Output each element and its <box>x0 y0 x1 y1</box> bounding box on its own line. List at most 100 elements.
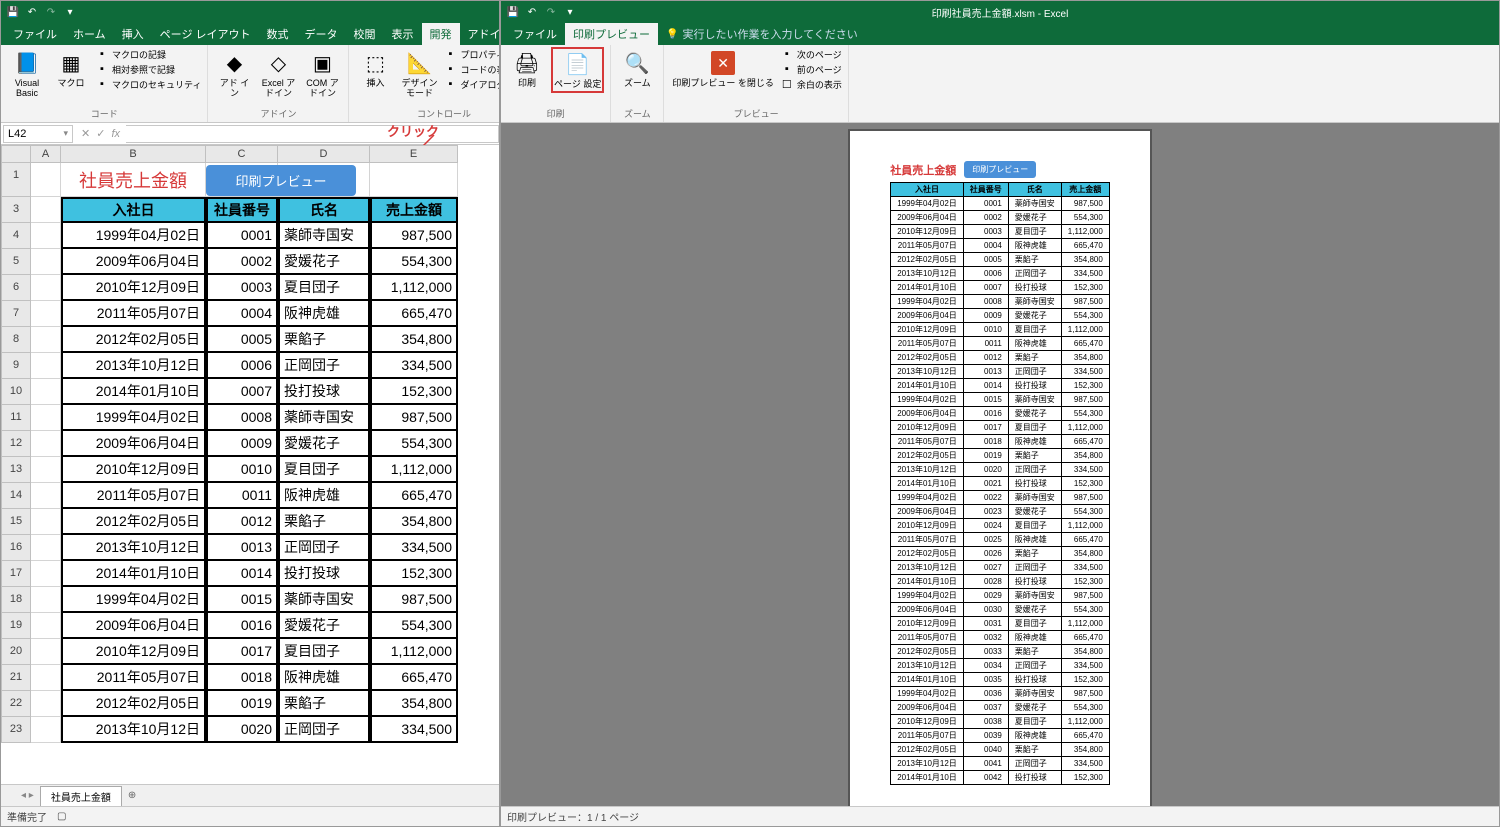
table-cell[interactable]: 987,500 <box>370 223 458 249</box>
row-header[interactable]: 6 <box>1 275 31 301</box>
ribbon-item[interactable]: ▪相対参照で記録 <box>95 62 201 76</box>
zoom-button[interactable]: 🔍ズーム <box>617 47 657 91</box>
add-sheet-button[interactable]: ⊕ <box>122 790 142 801</box>
row-header[interactable]: 16 <box>1 535 31 561</box>
excel-addin-button[interactable]: ◇Excel アドイン <box>258 47 298 101</box>
table-cell[interactable]: 阪神虎雄 <box>278 665 370 691</box>
save-icon[interactable]: 💾 <box>5 4 21 20</box>
row-header[interactable]: 20 <box>1 639 31 665</box>
table-cell[interactable]: 夏目団子 <box>278 457 370 483</box>
table-cell[interactable]: 1,112,000 <box>370 457 458 483</box>
row-header[interactable]: 19 <box>1 613 31 639</box>
table-cell[interactable]: 0007 <box>206 379 278 405</box>
ribbon-item[interactable]: ▪マクロのセキュリティ <box>95 77 201 91</box>
redo-icon[interactable]: ↷ <box>43 4 59 20</box>
table-cell[interactable]: 2013年10月12日 <box>61 535 206 561</box>
tab-表示[interactable]: 表示 <box>384 22 422 45</box>
table-cell[interactable]: 2013年10月12日 <box>61 717 206 743</box>
save-icon[interactable]: 💾 <box>505 4 521 20</box>
table-cell[interactable]: 2010年12月09日 <box>61 639 206 665</box>
table-cell[interactable]: 354,800 <box>370 691 458 717</box>
qat-more-icon[interactable]: ▾ <box>562 4 578 20</box>
tab-ファイル[interactable]: ファイル <box>505 22 565 45</box>
worksheet-grid[interactable]: ABCDE1社員売上金額印刷プレビュー3入社日社員番号氏名売上金額41999年0… <box>1 145 499 784</box>
row-header[interactable]: 18 <box>1 587 31 613</box>
table-cell[interactable]: 0016 <box>206 613 278 639</box>
tab-ファイル[interactable]: ファイル <box>5 22 65 45</box>
ribbon-item[interactable]: ▪マクロの記録 <box>95 47 201 61</box>
table-cell[interactable]: 投打投球 <box>278 561 370 587</box>
table-cell[interactable]: 正岡団子 <box>278 535 370 561</box>
table-cell[interactable]: 334,500 <box>370 717 458 743</box>
table-cell[interactable]: 2011年05月07日 <box>61 483 206 509</box>
table-cell[interactable]: 665,470 <box>370 483 458 509</box>
row-header[interactable]: 13 <box>1 457 31 483</box>
print-preview-button[interactable]: 印刷プレビュー <box>206 165 356 196</box>
table-cell[interactable]: 665,470 <box>370 301 458 327</box>
visual-basic-button[interactable]: 📘Visual Basic <box>7 47 47 101</box>
tab-校閲[interactable]: 校閲 <box>346 22 384 45</box>
tab-ページ レイアウト[interactable]: ページ レイアウト <box>152 22 259 45</box>
table-cell[interactable]: 栗餡子 <box>278 691 370 717</box>
table-cell[interactable]: 0008 <box>206 405 278 431</box>
table-cell[interactable]: 2010年12月09日 <box>61 275 206 301</box>
table-cell[interactable]: 0015 <box>206 587 278 613</box>
table-cell[interactable]: 正岡団子 <box>278 353 370 379</box>
table-cell[interactable]: 1,112,000 <box>370 275 458 301</box>
table-cell[interactable]: 2010年12月09日 <box>61 457 206 483</box>
row-header[interactable]: 21 <box>1 665 31 691</box>
table-cell[interactable]: 554,300 <box>370 613 458 639</box>
row-header[interactable]: 4 <box>1 223 31 249</box>
cancel-icon[interactable]: ✕ <box>81 127 90 140</box>
table-cell[interactable]: 2013年10月12日 <box>61 353 206 379</box>
redo-icon[interactable]: ↷ <box>543 4 559 20</box>
ribbon-item[interactable]: ▪ダイアログの実行 <box>443 77 500 91</box>
table-cell[interactable]: 0010 <box>206 457 278 483</box>
table-cell[interactable]: 投打投球 <box>278 379 370 405</box>
name-box[interactable]: L42▾ <box>3 125 73 143</box>
tab-開発[interactable]: 開発 <box>422 22 460 45</box>
table-cell[interactable]: 0001 <box>206 223 278 249</box>
close-preview-button[interactable]: ✕印刷プレビュー を閉じる <box>670 47 776 91</box>
row-header[interactable]: 8 <box>1 327 31 353</box>
table-cell[interactable]: 0014 <box>206 561 278 587</box>
table-cell[interactable]: 0017 <box>206 639 278 665</box>
col-header[interactable]: A <box>31 145 61 163</box>
fx-icon[interactable]: fx <box>111 128 120 140</box>
tab-挿入[interactable]: 挿入 <box>114 22 152 45</box>
row-header[interactable]: 12 <box>1 431 31 457</box>
row-header[interactable]: 22 <box>1 691 31 717</box>
col-header[interactable]: B <box>61 145 206 163</box>
row-header[interactable]: 10 <box>1 379 31 405</box>
ribbon-item[interactable]: ☐余白の表示 <box>780 77 842 91</box>
table-cell[interactable]: 0003 <box>206 275 278 301</box>
table-cell[interactable]: 0006 <box>206 353 278 379</box>
row-header[interactable]: 17 <box>1 561 31 587</box>
table-cell[interactable]: 薬師寺国安 <box>278 223 370 249</box>
table-cell[interactable]: 愛媛花子 <box>278 431 370 457</box>
table-cell[interactable]: 2011年05月07日 <box>61 301 206 327</box>
ribbon-item[interactable]: ▪前のページ <box>780 62 842 76</box>
table-cell[interactable]: 2009年06月04日 <box>61 249 206 275</box>
table-cell[interactable]: 2014年01月10日 <box>61 561 206 587</box>
table-cell[interactable]: 0013 <box>206 535 278 561</box>
table-cell[interactable]: 阪神虎雄 <box>278 301 370 327</box>
col-header[interactable]: D <box>278 145 370 163</box>
table-cell[interactable]: 2009年06月04日 <box>61 613 206 639</box>
print-preview-area[interactable]: 社員売上金額 印刷プレビュー 入社日社員番号氏名売上金額1999年04月02日0… <box>501 123 1499 806</box>
table-cell[interactable]: 0002 <box>206 249 278 275</box>
tab-データ[interactable]: データ <box>297 22 346 45</box>
table-cell[interactable]: 0004 <box>206 301 278 327</box>
macro-button[interactable]: ▦マクロ <box>51 47 91 91</box>
row-header[interactable]: 5 <box>1 249 31 275</box>
table-cell[interactable]: 0012 <box>206 509 278 535</box>
sheet-nav-icon[interactable]: ◂ ▸ <box>21 790 34 801</box>
table-cell[interactable]: 2012年02月05日 <box>61 509 206 535</box>
row-header[interactable]: 3 <box>1 197 31 223</box>
row-header[interactable]: 7 <box>1 301 31 327</box>
insert-button[interactable]: ⬚挿入 <box>355 47 395 91</box>
com-addin-button[interactable]: ▣COM アドイン <box>302 47 342 101</box>
table-cell[interactable]: 152,300 <box>370 379 458 405</box>
table-cell[interactable]: 0011 <box>206 483 278 509</box>
table-cell[interactable]: 2014年01月10日 <box>61 379 206 405</box>
